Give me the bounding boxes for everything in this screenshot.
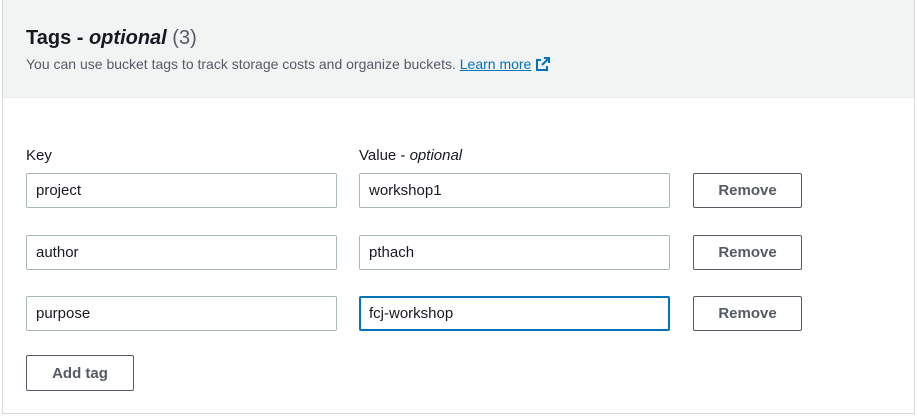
section-description: You can use bucket tags to track storage… [26, 55, 551, 73]
value-label-optional: optional [409, 147, 463, 164]
tag-count: (3) [172, 27, 197, 49]
tag-value-input-2[interactable]: pthach [359, 235, 670, 270]
title-optional: optional [88, 27, 167, 49]
tag-value-input-1[interactable]: workshop1 [359, 173, 670, 208]
tags-header: Tags - optional (3) You can use bucket t… [3, 0, 914, 98]
value-column-label: Value - optional [359, 147, 462, 165]
tag-key-input-3[interactable]: purpose [26, 296, 337, 331]
tag-value-input-3[interactable]: fcj-workshop [359, 296, 670, 331]
remove-button-1[interactable]: Remove [693, 173, 802, 208]
key-column-label: Key [26, 147, 52, 164]
external-link-icon[interactable] [535, 56, 551, 72]
value-label-text: Value - [359, 147, 410, 164]
learn-more-link[interactable]: Learn more [460, 56, 532, 72]
remove-button-3[interactable]: Remove [693, 296, 802, 331]
learn-more-label: Learn more [459, 56, 532, 72]
tags-panel: Tags - optional (3) You can use bucket t… [2, 0, 915, 414]
remove-button-2[interactable]: Remove [693, 235, 802, 270]
title-main: Tags - [26, 27, 89, 49]
description-text: You can use bucket tags to track storage… [26, 56, 456, 72]
tag-key-input-1[interactable]: project [26, 173, 337, 208]
add-tag-button[interactable]: Add tag [26, 355, 134, 391]
section-title: Tags - optional (3) [26, 26, 197, 50]
tag-key-input-2[interactable]: author [26, 235, 337, 270]
